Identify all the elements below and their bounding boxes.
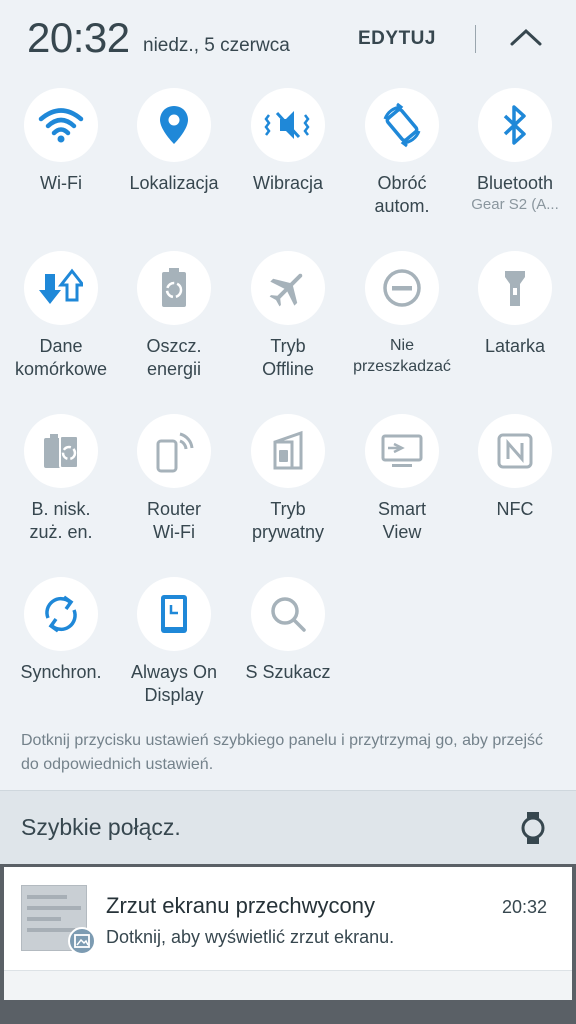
quick-settings-panel: 20:32 niedz., 5 czerwca EDYTUJ Wi-Fi Lok… xyxy=(0,0,576,790)
ultra-power-saving-icon xyxy=(44,434,79,469)
power-saving-icon xyxy=(162,268,186,307)
quick-connect-button[interactable] xyxy=(518,811,548,845)
tile-label: Tryb Offline xyxy=(262,336,314,379)
panel-header: 20:32 niedz., 5 czerwca EDYTUJ xyxy=(0,0,576,80)
quick-connect-title: Szybkie połącz. xyxy=(21,814,181,840)
screenshot-notification[interactable]: Zrzut ekranu przechwycony Dotknij, aby w… xyxy=(4,867,572,970)
tile-mobile-data-button[interactable] xyxy=(24,251,98,325)
tile-hotspot-button[interactable] xyxy=(137,414,211,488)
quick-connect-bar[interactable]: Szybkie połącz. xyxy=(0,790,576,864)
hotspot-icon xyxy=(156,432,194,473)
wifi-icon xyxy=(38,108,84,143)
tile-vibration[interactable]: Wibracja xyxy=(231,88,345,195)
notification-time: 20:32 xyxy=(502,897,548,917)
tile-nfc[interactable]: NFC xyxy=(458,414,572,521)
tile-label: B. nisk. zuż. en. xyxy=(29,499,93,542)
edit-button[interactable]: EDYTUJ xyxy=(358,28,436,50)
tile-private-mode[interactable]: Tryb prywatny xyxy=(231,414,345,544)
mobile-data-icon xyxy=(39,268,83,304)
tile-airplane-mode-button[interactable] xyxy=(251,251,325,325)
tile-bluetooth[interactable]: Bluetooth Gear S2 (A... xyxy=(458,88,572,213)
tile-label: Obróć autom. xyxy=(374,173,430,216)
bluetooth-device-name: Gear S2 (A... xyxy=(471,196,559,213)
tile-power-saving-button[interactable] xyxy=(137,251,211,325)
airplane-icon xyxy=(269,273,303,307)
tile-label: Nie przeszkadzać xyxy=(353,337,451,375)
tile-label: Smart View xyxy=(377,499,426,542)
tile-flashlight[interactable]: Latarka xyxy=(458,251,572,358)
tile-private-mode-button[interactable] xyxy=(251,414,325,488)
tile-ultra-power-saving-button[interactable] xyxy=(24,414,98,488)
tile-mobile-data[interactable]: Dane komórkowe xyxy=(4,251,118,381)
collapse-button[interactable] xyxy=(506,22,546,52)
tile-sync[interactable]: Synchron. xyxy=(4,577,118,684)
tile-label: NFC xyxy=(496,499,534,519)
tile-s-finder[interactable]: S Szukacz xyxy=(231,577,345,684)
tile-label: Router Wi-Fi xyxy=(146,499,202,542)
tile-label: Tryb prywatny xyxy=(251,499,325,542)
tile-auto-rotate[interactable]: Obróć autom. xyxy=(345,88,459,218)
image-icon xyxy=(74,934,90,948)
clock: 20:32 xyxy=(27,14,130,61)
tile-label: Latarka xyxy=(484,336,546,356)
tile-bluetooth-button[interactable] xyxy=(478,88,552,162)
search-icon xyxy=(271,597,306,632)
do-not-disturb-icon xyxy=(383,269,421,307)
tile-auto-rotate-button[interactable] xyxy=(365,88,439,162)
flashlight-icon xyxy=(505,271,525,306)
notification-text: Dotknij, aby wyświetlić zrzut ekranu. xyxy=(106,927,395,947)
tile-s-finder-button[interactable] xyxy=(251,577,325,651)
tile-ultra-power-saving[interactable]: B. nisk. zuż. en. xyxy=(4,414,118,544)
tile-always-on-display-button[interactable] xyxy=(137,577,211,651)
vibrate-icon xyxy=(264,111,310,139)
tile-nfc-button[interactable] xyxy=(478,414,552,488)
private-mode-icon xyxy=(273,430,303,470)
tile-wifi[interactable]: Wi-Fi xyxy=(4,88,118,195)
tile-flashlight-button[interactable] xyxy=(478,251,552,325)
tile-label: Wi-Fi xyxy=(40,173,82,193)
tile-location-button[interactable] xyxy=(137,88,211,162)
tile-do-not-disturb-button[interactable] xyxy=(365,251,439,325)
auto-rotate-icon xyxy=(383,102,421,148)
chevron-up-icon xyxy=(510,28,542,46)
tile-power-saving[interactable]: Oszcz. energii xyxy=(117,251,231,381)
tile-always-on-display[interactable]: Always On Display xyxy=(117,577,231,707)
notification-title: Zrzut ekranu przechwycony xyxy=(106,893,375,918)
tile-hotspot[interactable]: Router Wi-Fi xyxy=(117,414,231,544)
tile-label: Always On Display xyxy=(130,662,218,705)
tile-vibration-button[interactable] xyxy=(251,88,325,162)
image-badge xyxy=(68,927,96,955)
tile-smart-view-button[interactable] xyxy=(365,414,439,488)
always-on-display-icon xyxy=(161,595,187,633)
bluetooth-icon xyxy=(503,105,526,145)
nfc-icon xyxy=(497,433,533,469)
location-pin-icon xyxy=(160,106,188,144)
tile-label: Bluetooth xyxy=(476,173,554,193)
watch-icon xyxy=(521,812,545,844)
date-label: niedz., 5 czerwca xyxy=(143,35,290,56)
tile-sync-button[interactable] xyxy=(24,577,98,651)
header-divider xyxy=(475,25,476,53)
smart-view-icon xyxy=(381,434,423,467)
panel-hint-text: Dotknij przycisku ustawień szybkiego pan… xyxy=(21,732,543,773)
notification-list-edge xyxy=(4,970,572,1000)
tile-wifi-button[interactable] xyxy=(24,88,98,162)
tile-do-not-disturb[interactable]: Nie przeszkadzać xyxy=(345,251,459,377)
tile-airplane-mode[interactable]: Tryb Offline xyxy=(231,251,345,381)
tile-location[interactable]: Lokalizacja xyxy=(117,88,231,195)
tile-label: Dane komórkowe xyxy=(14,336,108,379)
tile-label: Oszcz. energii xyxy=(146,336,202,379)
tile-label: Lokalizacja xyxy=(129,173,219,193)
tile-label: Wibracja xyxy=(252,173,323,193)
tile-smart-view[interactable]: Smart View xyxy=(345,414,459,544)
tile-label: Synchron. xyxy=(20,662,102,682)
tile-label: S Szukacz xyxy=(245,662,331,682)
sync-icon xyxy=(45,595,77,633)
